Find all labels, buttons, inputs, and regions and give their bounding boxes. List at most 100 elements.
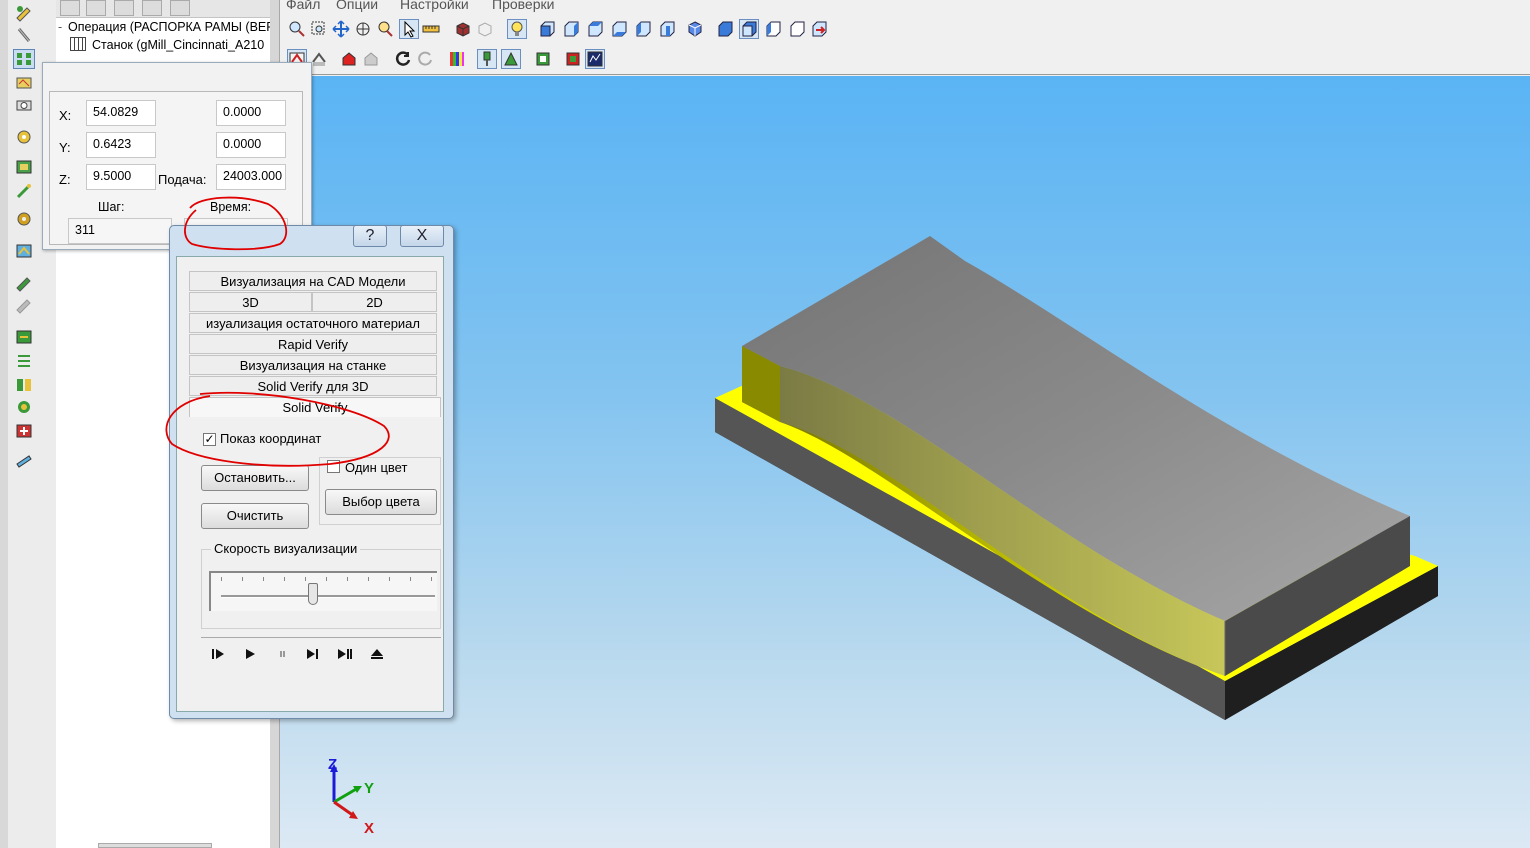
view-back-icon[interactable] <box>562 20 580 38</box>
rotate-icon[interactable] <box>354 20 372 38</box>
time-label: Время: <box>210 200 252 214</box>
post-process-icon[interactable] <box>14 328 34 346</box>
menu-checks[interactable]: Проверки <box>492 0 554 12</box>
view-iso-icon[interactable] <box>686 20 704 38</box>
tab-solid-verify-3d[interactable]: Solid Verify для 3D <box>189 376 437 396</box>
shaded-view-icon[interactable] <box>454 20 472 38</box>
coordinates-group: X: Y: Z: 54.0829 0.6423 9.5000 0.0000 0.… <box>49 91 303 245</box>
view-swap-icon[interactable] <box>810 20 828 38</box>
stop-button[interactable]: Остановить... <box>201 465 309 491</box>
operation-icon[interactable] <box>14 158 34 176</box>
y-label: Y: <box>59 140 71 155</box>
close-button[interactable]: X <box>400 225 444 247</box>
eject-icon[interactable] <box>366 645 388 663</box>
view-front-icon[interactable] <box>538 20 556 38</box>
regenerate-all-icon <box>416 50 434 68</box>
clip-icon[interactable] <box>14 26 34 44</box>
view-bottom-icon[interactable] <box>610 20 628 38</box>
tab-cam[interactable] <box>170 0 190 16</box>
select-cursor-icon[interactable] <box>399 19 419 39</box>
play-icon[interactable] <box>240 645 262 663</box>
machine-icon <box>70 37 86 51</box>
tab-rapid-verify[interactable]: Rapid Verify <box>189 334 437 354</box>
x-value-field: 54.0829 <box>86 100 156 126</box>
stock-compare-icon <box>362 50 380 68</box>
toolpath-icon[interactable] <box>13 49 35 69</box>
tab-machine-visualization[interactable]: Визуализация на станке <box>189 355 437 375</box>
zoom-window-icon[interactable] <box>310 20 328 38</box>
wand-icon[interactable] <box>14 182 34 200</box>
step-back-icon[interactable] <box>208 645 230 663</box>
machine-sim-icon[interactable] <box>534 50 552 68</box>
view-right-icon[interactable] <box>658 20 676 38</box>
help-button[interactable]: ? <box>353 225 387 247</box>
z-value-field: 9.5000 <box>86 164 156 190</box>
view-normal-icon[interactable] <box>788 20 806 38</box>
group-icon[interactable] <box>14 376 34 394</box>
settings-icon[interactable] <box>14 210 34 228</box>
menu-settings[interactable]: Настройки <box>400 0 469 12</box>
feed-label: Подача: <box>158 172 207 187</box>
add-icon[interactable] <box>14 422 34 440</box>
edit-path-icon[interactable] <box>14 274 34 292</box>
zoom-icon[interactable] <box>288 20 306 38</box>
view-left-icon[interactable] <box>634 20 652 38</box>
tool-holder-icon[interactable] <box>477 49 497 69</box>
clear-button[interactable]: Очистить <box>201 503 309 529</box>
ruler-icon[interactable] <box>422 20 440 38</box>
measure-icon[interactable] <box>14 452 34 470</box>
speed-slider[interactable] <box>209 571 437 611</box>
y-value-field: 0.6423 <box>86 132 156 158</box>
tab-operations[interactable] <box>60 0 80 16</box>
menu-file[interactable]: Файл <box>286 0 320 12</box>
collision-icon[interactable] <box>564 50 582 68</box>
tab-machine[interactable] <box>114 0 134 16</box>
stock-icon[interactable] <box>14 74 34 92</box>
edit-icon[interactable] <box>14 4 34 22</box>
graphics-viewport[interactable]: Z Y X <box>280 76 1530 848</box>
axis-label-z: Z <box>328 756 338 773</box>
tool-path-show-icon[interactable] <box>501 49 521 69</box>
regenerate-icon[interactable] <box>394 50 412 68</box>
camera-icon[interactable] <box>14 96 34 114</box>
tab-2d[interactable]: 2D <box>312 292 437 312</box>
gear-icon[interactable] <box>14 128 34 146</box>
simulate-stock-icon[interactable] <box>310 50 328 68</box>
color-palette-icon[interactable] <box>448 50 466 68</box>
one-color-label: Один цвет <box>345 460 408 475</box>
slider-thumb[interactable] <box>307 583 318 605</box>
tab-cad-visualization[interactable]: Визуализация на CAD Модели <box>189 271 437 291</box>
slider-track <box>221 595 435 598</box>
view-dimetric-icon[interactable] <box>739 19 759 39</box>
toolbar-grip[interactable] <box>0 0 8 848</box>
step-forward-icon[interactable] <box>302 645 324 663</box>
sort-icon[interactable] <box>14 352 34 370</box>
run-to-end-icon[interactable] <box>334 645 356 663</box>
view-iso-blue-icon[interactable] <box>716 20 734 38</box>
tree-item-operation[interactable]: - Операция (РАСПОРКА РАМЫ (ВЕР <box>58 19 275 36</box>
tab-solid-verify[interactable]: Solid Verify <box>189 397 441 417</box>
step-label: Шаг: <box>98 200 125 214</box>
view-trimetric-icon[interactable] <box>764 20 782 38</box>
zoom-dynamic-icon[interactable] <box>376 20 394 38</box>
tree-expand-icon[interactable]: - <box>58 19 68 36</box>
y2-value-field: 0.0000 <box>216 132 286 158</box>
tree-horizontal-scrollbar[interactable] <box>98 843 212 848</box>
one-color-checkbox[interactable] <box>327 460 340 473</box>
menu-options[interactable]: Опции <box>336 0 378 12</box>
view-top-icon[interactable] <box>586 20 604 38</box>
template-icon[interactable] <box>14 398 34 416</box>
tree-item-label: Операция (РАСПОРКА РАМЫ (ВЕР <box>68 20 275 34</box>
light-bulb-icon[interactable] <box>507 19 527 39</box>
timing-icon[interactable] <box>585 49 605 69</box>
pan-icon[interactable] <box>332 20 350 38</box>
stock-model-icon[interactable] <box>340 50 358 68</box>
choose-color-button[interactable]: Выбор цвета <box>325 489 437 515</box>
show-coords-checkbox[interactable]: ✓ <box>203 433 216 446</box>
tool-library-icon[interactable] <box>14 242 34 260</box>
tab-tools[interactable] <box>86 0 106 16</box>
tab-3d[interactable]: 3D <box>189 292 312 312</box>
tab-colors[interactable] <box>142 0 162 16</box>
tab-residual-material[interactable]: изуализация остаточного материал <box>189 313 437 333</box>
tree-item-machine[interactable]: Станок (gMill_Cincinnati_A210 <box>70 37 264 54</box>
